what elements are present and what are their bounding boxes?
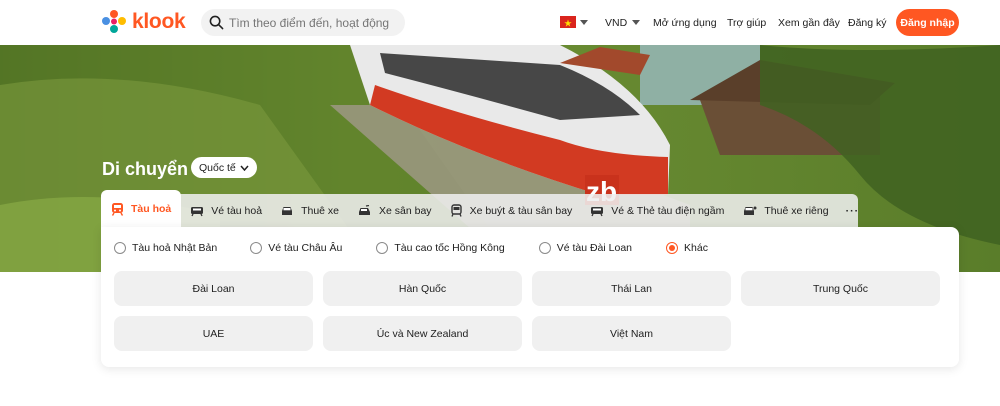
search-bar[interactable]: [201, 9, 405, 36]
region-radio-group: Tàu hoả Nhật Bản Vé tàu Châu Âu Tàu cao …: [114, 242, 708, 254]
more-icon: ···: [845, 204, 860, 217]
radio-circle-icon: [538, 242, 551, 254]
destination-chip[interactable]: Việt Nam: [532, 316, 731, 351]
radio-label: Tàu hoả Nhật Bản: [132, 242, 218, 254]
scope-label: Quốc tế: [199, 161, 236, 174]
metro-ticket-icon: [591, 206, 604, 216]
chip-label: Thái Lan: [611, 282, 652, 295]
bus-icon: [450, 204, 462, 217]
search-input[interactable]: [229, 15, 399, 30]
radio-circle-icon: [114, 242, 126, 254]
flag-star-icon: [564, 19, 572, 27]
radio-label: Vé tàu Châu Âu: [268, 242, 343, 254]
currency-label: VND: [605, 16, 628, 29]
signup-label: Đăng ký: [848, 16, 887, 29]
chip-label: UAE: [202, 327, 225, 340]
private-car-icon: [744, 206, 757, 215]
tab-label: Tàu hoả: [131, 202, 172, 215]
login-button[interactable]: Đăng nhập: [896, 9, 959, 36]
tab-metro-pass[interactable]: Vé & Thẻ tàu điện ngầm: [581, 194, 733, 227]
language-dropdown-icon[interactable]: [580, 20, 588, 25]
vietnam-flag-icon[interactable]: [560, 16, 576, 28]
radio-japan-rail[interactable]: Tàu hoả Nhật Bản: [114, 242, 217, 254]
klook-logo-icon: [102, 10, 126, 33]
car-icon: [282, 206, 293, 215]
radio-label: Vé tàu Đài Loan: [556, 242, 633, 254]
destination-chip[interactable]: Thái Lan: [532, 271, 731, 306]
radio-hongkong-rail[interactable]: Tàu cao tốc Hồng Kông: [376, 242, 505, 254]
top-header: klook VND Mở ứng dụng Trợ giúp Xem gần đ…: [0, 0, 1000, 45]
tab-private-car[interactable]: Thuê xe riêng: [733, 194, 837, 227]
tab-label: Vé tàu hoả: [211, 204, 263, 217]
chip-label: Trung Quốc: [812, 282, 869, 295]
tab-label: Vé & Thẻ tàu điện ngầm: [611, 204, 725, 217]
radio-label: Tàu cao tốc Hồng Kông: [394, 242, 505, 254]
klook-logo[interactable]: klook: [101, 9, 186, 35]
radio-label: Khác: [684, 242, 708, 254]
chip-label: Hàn Quốc: [398, 282, 447, 295]
chip-label: Úc và New Zealand: [376, 327, 469, 340]
tab-airport-transfer[interactable]: Xe sân bay: [348, 194, 441, 227]
chip-label: Việt Nam: [610, 327, 653, 340]
destination-chip[interactable]: Trung Quốc: [741, 271, 940, 306]
help-link[interactable]: Trợ giúp: [727, 0, 766, 45]
search-panel: Tàu hoả Nhật Bản Vé tàu Châu Âu Tàu cao …: [101, 227, 959, 367]
scope-selector[interactable]: Quốc tế: [191, 157, 257, 178]
tab-train-ticket[interactable]: Vé tàu hoả: [181, 194, 271, 227]
train-icon: [111, 202, 124, 216]
search-icon: [209, 15, 224, 30]
chip-label: Đài Loan: [192, 282, 235, 295]
radio-europe-rail[interactable]: Vé tàu Châu Âu: [250, 242, 342, 254]
ticket-train-icon: [191, 206, 204, 216]
tab-label: Thuê xe riêng: [764, 204, 829, 217]
recently-viewed-label: Xem gần đây: [778, 16, 840, 29]
signup-link[interactable]: Đăng ký: [848, 0, 887, 45]
page-title: Di chuyển: [102, 159, 189, 179]
radio-other[interactable]: Khác: [666, 242, 708, 254]
destination-chip[interactable]: Hàn Quốc: [323, 271, 522, 306]
currency-selector[interactable]: VND: [605, 0, 641, 45]
destination-chip[interactable]: UAE: [114, 316, 313, 351]
tab-label: Thuê xe: [301, 204, 340, 217]
help-label: Trợ giúp: [727, 16, 767, 29]
tab-train[interactable]: Tàu hoả: [101, 190, 182, 227]
destination-chip[interactable]: Úc và New Zealand: [323, 316, 522, 351]
radio-circle-icon: [376, 242, 389, 254]
open-app-link[interactable]: Mở ứng dụng: [653, 0, 717, 45]
tab-bus-ferry[interactable]: Xe buýt & tàu sân bay: [441, 194, 582, 227]
airport-car-icon: [359, 204, 371, 215]
tab-label: Xe sân bay: [379, 204, 432, 217]
radio-taiwan-rail[interactable]: Vé tàu Đài Loan: [538, 242, 633, 254]
chevron-down-icon: [240, 165, 249, 171]
category-tabs: Tàu hoả Vé tàu hoả Thuê xe Xe sân bay Xe…: [101, 190, 858, 227]
recently-viewed-link[interactable]: Xem gần đây: [778, 0, 840, 45]
destination-chip[interactable]: Đài Loan: [114, 271, 313, 306]
open-app-label: Mở ứng dụng: [653, 16, 717, 29]
tab-label: Xe buýt & tàu sân bay: [469, 204, 573, 217]
tab-more[interactable]: ···: [838, 194, 868, 227]
tab-car-rental[interactable]: Thuê xe: [271, 194, 348, 227]
logo-text: klook: [132, 10, 186, 33]
radio-circle-icon: [250, 242, 263, 254]
currency-chevron-icon: [632, 20, 641, 25]
radio-selected-icon: [666, 242, 679, 254]
